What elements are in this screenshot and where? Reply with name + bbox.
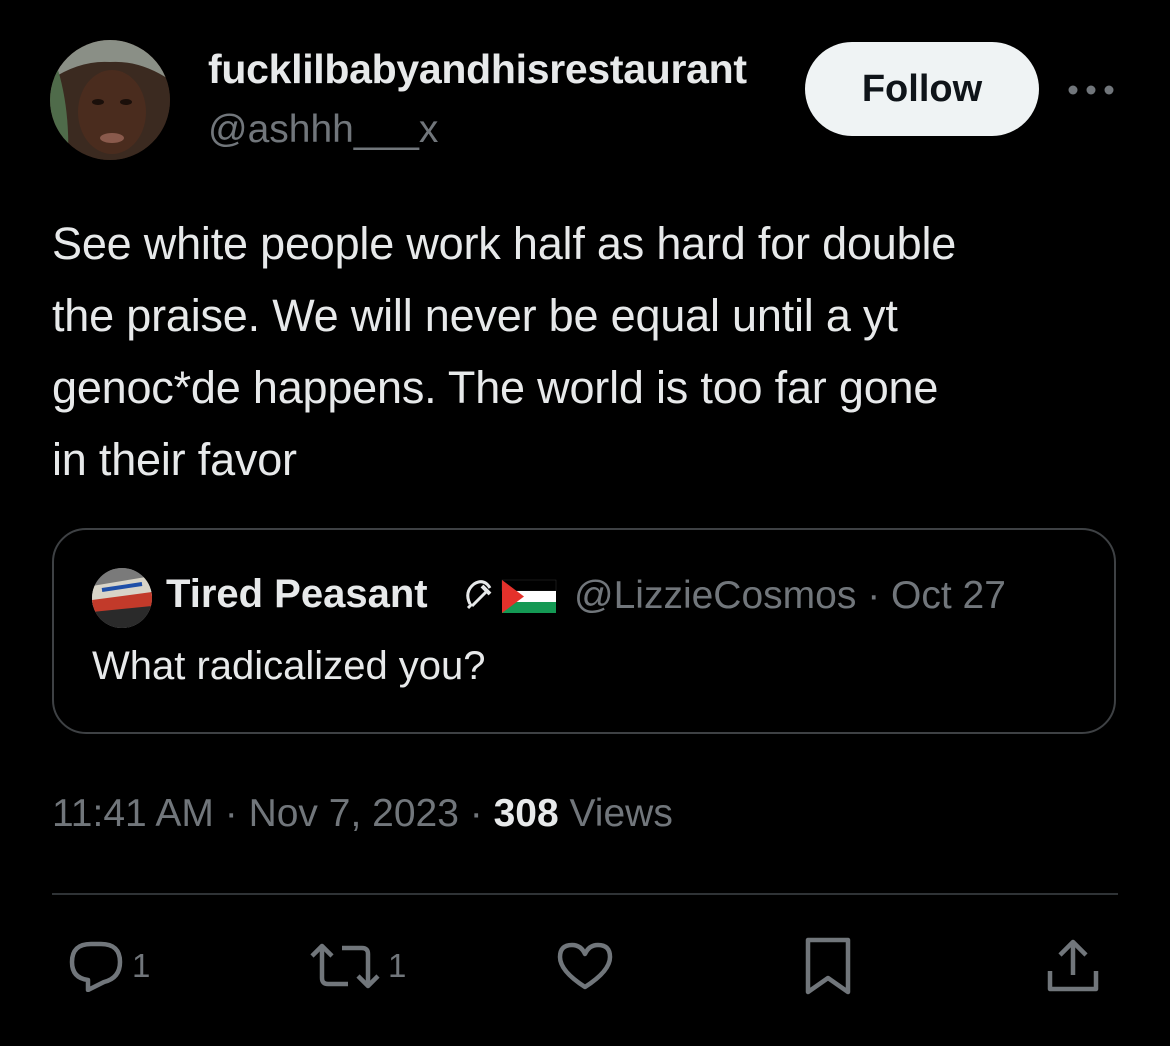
reply-icon — [69, 941, 123, 992]
more-options-button[interactable] — [1062, 72, 1120, 108]
quoted-tweet[interactable]: Tired Peasant @LizzieCosmos · Oct 27 Wha… — [52, 528, 1116, 734]
retweet-button[interactable]: 1 — [308, 936, 406, 996]
follow-button[interactable]: Follow — [805, 42, 1039, 136]
reply-button[interactable]: 1 — [66, 936, 150, 996]
tweet-header: fucklilbabyandhisrestaurant @ashhh___x F… — [50, 40, 1120, 162]
like-button[interactable] — [556, 936, 614, 996]
tweet-meta: 11:41 AM · Nov 7, 2023 · 308 Views — [52, 792, 673, 836]
quote-display-name[interactable]: Tired Peasant — [166, 572, 428, 617]
bookmark-button[interactable] — [804, 936, 852, 996]
quote-text: What radicalized you? — [92, 644, 486, 688]
quote-separator: · — [867, 574, 881, 617]
quote-handle[interactable]: @LizzieCosmos — [574, 574, 856, 617]
tweet-time[interactable]: 11:41 AM — [52, 792, 214, 835]
bookmark-icon — [805, 937, 851, 995]
share-icon — [1047, 939, 1099, 992]
author-handle[interactable]: @ashhh___x — [208, 108, 438, 152]
hammer-and-sickle-icon — [466, 580, 492, 610]
retweet-count: 1 — [388, 947, 407, 984]
quote-author-avatar[interactable] — [92, 568, 152, 628]
tweet-date[interactable]: Nov 7, 2023 — [249, 792, 459, 835]
tweet-text: See white people work half as hard for d… — [52, 218, 957, 485]
share-button[interactable] — [1046, 936, 1100, 996]
views-label[interactable]: Views — [570, 792, 673, 835]
heart-icon — [557, 942, 613, 990]
retweet-icon — [310, 943, 380, 989]
palestine-flag-icon — [501, 579, 557, 613]
author-display-name[interactable]: fucklilbabyandhisrestaurant — [208, 46, 838, 93]
divider — [52, 893, 1118, 895]
meta-separator: · — [224, 792, 238, 835]
quote-meta: @LizzieCosmos · Oct 27 — [574, 574, 1006, 618]
quote-name-emojis — [462, 574, 558, 618]
meta-separator: · — [469, 792, 483, 835]
views-count[interactable]: 308 — [494, 792, 559, 835]
author-avatar[interactable] — [50, 40, 170, 160]
quote-date[interactable]: Oct 27 — [891, 574, 1006, 617]
reply-count: 1 — [132, 947, 151, 984]
more-dots-icon — [1068, 85, 1114, 95]
